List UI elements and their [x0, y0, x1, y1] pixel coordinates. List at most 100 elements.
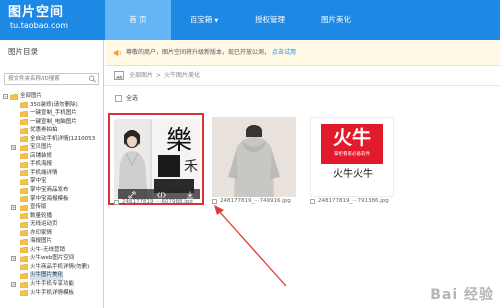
folder-icon: [20, 119, 28, 126]
folder-icon: [20, 213, 28, 220]
folder-tree-item[interactable]: + 宝贝图片: [0, 143, 103, 152]
sidebar: 图片目录 − 全部图片 350装修(请勿删除) 一键宣制_手机图片一键宣制_电脑图片优…: [0, 40, 104, 308]
notice-bar: 尊敬的商户，图片空间将升级新版本，现已开放公测， 点击试用: [105, 40, 500, 66]
image-filename: 248177819_···791386.jpg: [318, 198, 389, 204]
nav-image-beautify-label: 图片美化: [321, 15, 351, 24]
breadcrumb-trail: 全部图片 > 火牛图片美化: [129, 66, 200, 86]
folder-icon: [20, 170, 28, 177]
folder-icon: [20, 247, 28, 254]
folder-tree-item[interactable]: 火牛图片美化: [0, 271, 103, 281]
folder-label: 火牛web图片空间: [30, 255, 75, 262]
folder-tree-item[interactable]: 亦印家情: [0, 229, 103, 238]
folder-icon: [20, 204, 28, 211]
caret-down-icon: ▼: [214, 18, 219, 24]
folder-tree-item[interactable]: 数量轮播: [0, 212, 103, 221]
folder-icon: [20, 196, 28, 203]
folder-icon: [20, 153, 28, 160]
folder-tree-item[interactable]: 手机端详情: [0, 169, 103, 178]
folder-tree-item[interactable]: 火牛商品手机详情(勿删): [0, 263, 103, 272]
folder-tree-item[interactable]: 店铺装修: [0, 152, 103, 161]
folder-icon: [20, 161, 28, 168]
folder-icon: [20, 238, 28, 245]
folder-tree-item[interactable]: + 宣传版: [0, 203, 103, 212]
folder-tree-item[interactable]: 掌中宝海报模板: [0, 195, 103, 204]
photo-girl-calligraphy: 樂 禾: [114, 119, 200, 199]
folder-label: 店铺装修: [30, 152, 53, 159]
nav-image-beautify[interactable]: 图片美化: [303, 0, 369, 40]
notice-text-wrap: 尊敬的商户，图片空间将升级新版本，现已开放公测， 点击试用: [126, 40, 296, 66]
folder-tree-item[interactable]: 一键宣制_手机图片: [0, 109, 103, 118]
folder-tree-item[interactable]: 350装修(请勿删除): [0, 101, 103, 110]
folder-tree-item[interactable]: 海报图片: [0, 237, 103, 246]
nav-home[interactable]: 首 页: [105, 0, 171, 40]
folder-tree-item[interactable]: + 火牛手机专享功能: [0, 280, 103, 289]
expand-icon[interactable]: +: [11, 256, 16, 262]
brand-logo-text: 火牛: [332, 127, 371, 149]
try-it-link[interactable]: 点击试用: [272, 49, 296, 56]
search-icon[interactable]: [88, 75, 97, 83]
logo[interactable]: 图片空间 tu.taobao.com: [8, 4, 68, 31]
image-card[interactable]: 火牛 掌柜看家必备软件 火牛火牛 248177819_···791386.jpg: [306, 113, 398, 205]
folder-search-input[interactable]: [5, 74, 85, 84]
folder-tree-item[interactable]: 优惠券拍拍: [0, 126, 103, 135]
logo-domain: tu.taobao.com: [10, 21, 69, 30]
folder-label: 亦印家情: [30, 229, 53, 236]
expand-icon[interactable]: +: [11, 205, 16, 211]
folder-icon: [20, 144, 28, 151]
breadcrumb-root[interactable]: 全部图片: [129, 72, 153, 79]
select-all-label: 全选: [126, 95, 139, 102]
breadcrumb-separator: >: [156, 72, 162, 79]
folder-icon: [20, 178, 28, 185]
image-checkbox[interactable]: [114, 200, 119, 205]
folder-tree-item[interactable]: 火牛-无线营销: [0, 246, 103, 255]
folder-tree-item[interactable]: 无线运动页: [0, 220, 103, 229]
image-thumbnail[interactable]: 火牛 掌柜看家必备软件 火牛火牛: [310, 117, 394, 197]
download-icon[interactable]: [175, 189, 200, 199]
folder-label: 无线运动页: [30, 221, 58, 228]
folder-label: 掌中宝海报模板: [30, 195, 69, 202]
folder-icon: [20, 290, 28, 297]
folder-tree-item[interactable]: − 全部图片: [0, 92, 103, 101]
folder-tree-item[interactable]: 手机海报: [0, 160, 103, 169]
image-card[interactable]: 樂 禾 248177819_···607988.jpg: [108, 113, 204, 205]
speaker-icon: [113, 49, 121, 57]
select-all-row: 全选: [105, 90, 500, 108]
image-icon: [114, 71, 124, 80]
folder-icon: [20, 102, 28, 109]
link-icon[interactable]: [118, 189, 147, 199]
folder-icon: [10, 93, 18, 100]
folder-label: 优惠券拍拍: [30, 127, 58, 134]
folder-search-box: [4, 73, 99, 85]
photo-hoodie-back: [212, 117, 296, 197]
folder-tree-item[interactable]: 掌中宝: [0, 177, 103, 186]
code-icon[interactable]: [147, 189, 176, 199]
select-all-checkbox[interactable]: [115, 95, 122, 102]
logo-title: 图片空间: [8, 5, 65, 20]
folder-tree-item[interactable]: 掌中宝商品发布: [0, 186, 103, 195]
breadcrumb: 全部图片 > 火牛图片美化: [105, 66, 500, 86]
image-checkbox[interactable]: [310, 199, 315, 204]
folder-tree-item[interactable]: 火牛手机详情模板: [0, 289, 103, 298]
expand-icon[interactable]: +: [11, 145, 16, 151]
nav-toolbox[interactable]: 百宝箱 ▼: [171, 0, 237, 40]
image-thumbnail[interactable]: 樂 禾: [114, 119, 200, 199]
folder-tree-item[interactable]: 一键宣制_电脑图片: [0, 118, 103, 127]
folder-tree-item[interactable]: 全自动手机详情[1210053: [0, 135, 103, 144]
folder-tree: − 全部图片 350装修(请勿删除) 一键宣制_手机图片 一键宣制_电脑图片 优惠券拍拍全…: [0, 92, 103, 297]
notice-text: 尊敬的商户，图片空间将升级新版本，现已开放公测，: [126, 49, 271, 56]
nav-toolbox-label: 百宝箱: [189, 15, 213, 24]
folder-tree-item[interactable]: + 火牛web图片空间: [0, 254, 103, 263]
collapse-icon[interactable]: −: [3, 94, 8, 99]
expand-icon[interactable]: +: [11, 282, 16, 288]
folder-icon: [20, 110, 28, 117]
folder-icon: [20, 272, 28, 279]
folder-label: 350装修(请勿删除): [30, 101, 78, 108]
folder-icon: [20, 264, 28, 271]
breadcrumb-current: 火牛图片美化: [164, 72, 201, 79]
image-thumbnail[interactable]: [212, 117, 296, 197]
nav-authorization-label: 授权管理: [255, 15, 285, 24]
image-card[interactable]: 248177819_···749916.jpg: [208, 113, 300, 205]
folder-label: 数量轮播: [30, 212, 53, 219]
folder-label: 一键宣制_手机图片: [30, 110, 77, 117]
nav-authorization[interactable]: 授权管理: [237, 0, 303, 40]
